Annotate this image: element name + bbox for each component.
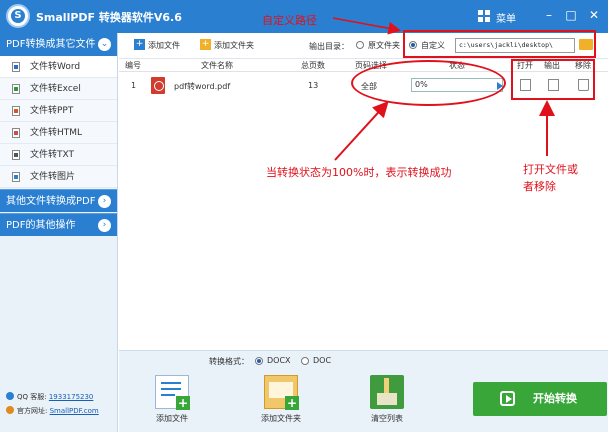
row-index: 1 bbox=[131, 81, 137, 90]
bottom-add-folder-label: 添加文件夹 bbox=[261, 414, 301, 423]
clear-list-button[interactable]: 清空列表 bbox=[357, 375, 417, 424]
format-options: 转换格式： DOCX DOC bbox=[119, 350, 608, 371]
qq-label: QQ 客服: bbox=[17, 393, 47, 401]
annotation-box-actions bbox=[511, 59, 595, 100]
bottom-add-file-button[interactable]: + 添加文件 bbox=[142, 375, 202, 424]
add-folder-label: 添加文件夹 bbox=[214, 41, 254, 50]
menu-grid-icon[interactable] bbox=[478, 10, 490, 22]
sidebar-section-pdf-other-ops[interactable]: PDF的其他操作 › bbox=[0, 213, 117, 236]
add-file-large-icon: + bbox=[155, 375, 190, 410]
arrow-to-status bbox=[334, 101, 389, 161]
row-pages: 13 bbox=[308, 81, 319, 90]
clear-list-label: 清空列表 bbox=[371, 414, 403, 423]
app-logo-icon: S bbox=[6, 4, 30, 28]
annotation-ellipse-status bbox=[351, 60, 506, 106]
sidebar-section-label: PDF的其他操作 bbox=[6, 220, 76, 231]
annotation-open-remove-note: 打开文件或 者移除 bbox=[523, 161, 578, 195]
annotation-status-note: 当转换状态为100%时，表示转换成功 bbox=[266, 166, 452, 179]
sidebar-footer: QQ 客服: 1933175230 官方网址: SmallPDF.com bbox=[6, 390, 99, 418]
qq-icon bbox=[6, 392, 14, 400]
sidebar-item-to-word[interactable]: 文件转Word bbox=[0, 56, 117, 78]
excel-file-icon bbox=[12, 84, 20, 94]
row-filename: pdf转word.pdf bbox=[174, 82, 231, 91]
close-button[interactable]: ✕ bbox=[583, 5, 605, 25]
original-folder-radio[interactable] bbox=[356, 41, 364, 49]
annotation-custom-path: 自定义路径 bbox=[262, 14, 317, 27]
chevron-right-icon: › bbox=[98, 219, 111, 232]
original-folder-label: 原文件夹 bbox=[368, 41, 400, 50]
sidebar-item-to-excel[interactable]: 文件转Excel bbox=[0, 78, 117, 100]
start-convert-button[interactable]: 开始转换 bbox=[473, 382, 607, 416]
sidebar-section-label: 其他文件转换成PDF bbox=[6, 196, 96, 207]
add-folder-button[interactable]: + 添加文件夹 bbox=[200, 39, 254, 51]
sidebar-item-label: 文件转图片 bbox=[30, 172, 76, 182]
bottom-add-file-label: 添加文件 bbox=[156, 414, 188, 423]
col-filename: 文件名称 bbox=[201, 61, 233, 70]
app-title: SmallPDF 转换器软件V6.6 bbox=[36, 11, 182, 24]
docx-radio[interactable] bbox=[255, 357, 263, 365]
home-icon bbox=[6, 406, 14, 414]
chevron-right-icon: › bbox=[98, 195, 111, 208]
play-icon bbox=[500, 391, 515, 406]
add-folder-large-icon: + bbox=[264, 375, 299, 410]
menu-button[interactable]: 菜单 bbox=[496, 10, 516, 25]
bottom-add-folder-button[interactable]: + 添加文件夹 bbox=[251, 375, 311, 424]
sidebar-item-label: 文件转Excel bbox=[30, 84, 81, 94]
annotation-open-remove-line2: 者移除 bbox=[523, 180, 556, 193]
format-label: 转换格式： bbox=[209, 357, 249, 366]
broom-icon bbox=[370, 375, 404, 409]
txt-file-icon bbox=[12, 150, 20, 160]
sidebar-item-to-ppt[interactable]: 文件转PPT bbox=[0, 100, 117, 122]
doc-radio[interactable] bbox=[301, 357, 309, 365]
add-file-icon: + bbox=[134, 39, 145, 50]
site-url-link[interactable]: SmallPDF.com bbox=[50, 407, 99, 415]
sidebar-section-other-to-pdf[interactable]: 其他文件转换成PDF › bbox=[0, 189, 117, 212]
qq-number-link[interactable]: 1933175230 bbox=[49, 393, 94, 401]
sidebar-item-label: 文件转TXT bbox=[30, 150, 75, 160]
add-folder-icon: + bbox=[200, 39, 211, 50]
word-file-icon bbox=[12, 62, 20, 72]
col-index: 编号 bbox=[125, 61, 141, 70]
sidebar-item-to-txt[interactable]: 文件转TXT bbox=[0, 144, 117, 166]
add-file-label: 添加文件 bbox=[148, 41, 180, 50]
output-dir-label: 输出目录： bbox=[309, 42, 349, 51]
sidebar-section-label: PDF转换成其它文件 bbox=[6, 39, 96, 50]
sidebar: PDF转换成其它文件 ⌄ 文件转Word 文件转Excel 文件转PPT 文件转… bbox=[0, 33, 118, 432]
site-label: 官方网址: bbox=[17, 407, 48, 415]
annotation-open-remove-line1: 打开文件或 bbox=[523, 163, 578, 176]
sidebar-item-label: 文件转HTML bbox=[30, 128, 83, 138]
pdf-file-icon bbox=[151, 77, 165, 94]
ppt-file-icon bbox=[12, 106, 20, 116]
annotation-box-output-path bbox=[403, 30, 596, 58]
col-pages: 总页数 bbox=[301, 61, 325, 70]
image-file-icon bbox=[12, 172, 20, 182]
html-file-icon bbox=[12, 128, 20, 138]
add-file-button[interactable]: + 添加文件 bbox=[134, 39, 180, 51]
sidebar-item-label: 文件转PPT bbox=[30, 106, 74, 116]
sidebar-item-label: 文件转Word bbox=[30, 62, 81, 72]
minimize-button[interactable]: – bbox=[538, 5, 560, 25]
chevron-down-icon: ⌄ bbox=[98, 38, 111, 51]
docx-label: DOCX bbox=[267, 356, 291, 365]
sidebar-section-pdf-to-other[interactable]: PDF转换成其它文件 ⌄ bbox=[0, 33, 117, 56]
sidebar-item-to-image[interactable]: 文件转图片 bbox=[0, 166, 117, 188]
maximize-button[interactable]: □ bbox=[560, 5, 582, 25]
doc-label: DOC bbox=[313, 356, 332, 365]
sidebar-item-to-html[interactable]: 文件转HTML bbox=[0, 122, 117, 144]
bottom-bar: + 添加文件 + 添加文件夹 清空列表 开始转换 bbox=[119, 371, 608, 432]
start-convert-label: 开始转换 bbox=[533, 392, 577, 405]
